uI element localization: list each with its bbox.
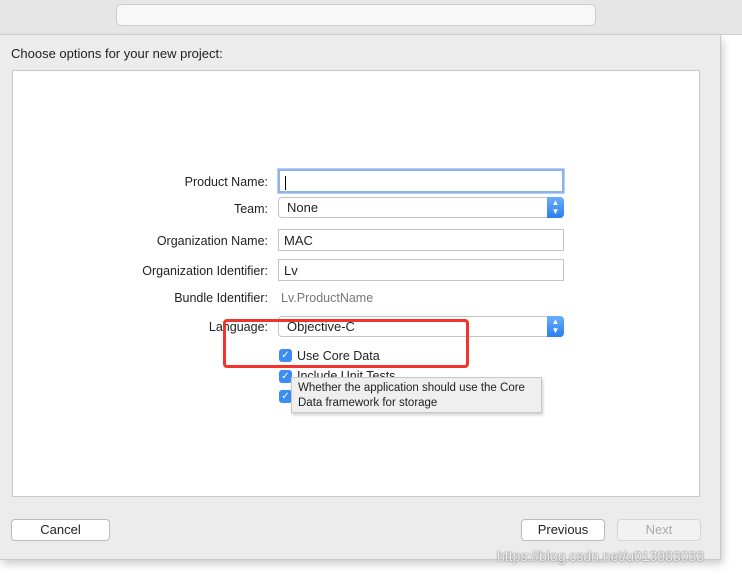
bundle-identifier-label: Bundle Identifier:	[174, 291, 268, 305]
new-project-sheet: Choose options for your new project: Pro…	[0, 35, 721, 560]
window-toolbar	[0, 0, 742, 35]
page-title: Choose options for your new project:	[11, 46, 223, 61]
chevron-up-down-icon: ▲ ▼	[547, 316, 564, 337]
product-name-input[interactable]	[278, 169, 564, 193]
previous-button[interactable]: Previous	[521, 519, 605, 541]
chevron-up-down-icon: ▲ ▼	[547, 197, 564, 218]
organization-name-label: Organization Name:	[156, 234, 268, 248]
organization-name-input[interactable]: MAC	[278, 229, 564, 251]
toolbar-status-field	[116, 4, 596, 26]
annotation-highlight-box	[223, 319, 469, 368]
organization-identifier-input[interactable]: Lv	[278, 259, 564, 281]
watermark: https://blog.csdn.net/u013983033	[497, 548, 705, 564]
text-caret	[285, 175, 286, 190]
organization-identifier-label: Organization Identifier:	[142, 264, 268, 278]
tooltip: Whether the application should use the C…	[291, 377, 542, 413]
product-name-label: Product Name:	[184, 175, 268, 189]
team-select[interactable]: None ▲ ▼	[278, 197, 564, 218]
next-button[interactable]: Next	[617, 519, 701, 541]
cancel-button[interactable]: Cancel	[11, 519, 110, 541]
bundle-identifier-value: Lv.ProductName	[281, 291, 374, 305]
options-panel: Product Name: Team: None ▲ ▼ Organization …	[12, 70, 700, 497]
team-label: Team:	[233, 202, 268, 216]
